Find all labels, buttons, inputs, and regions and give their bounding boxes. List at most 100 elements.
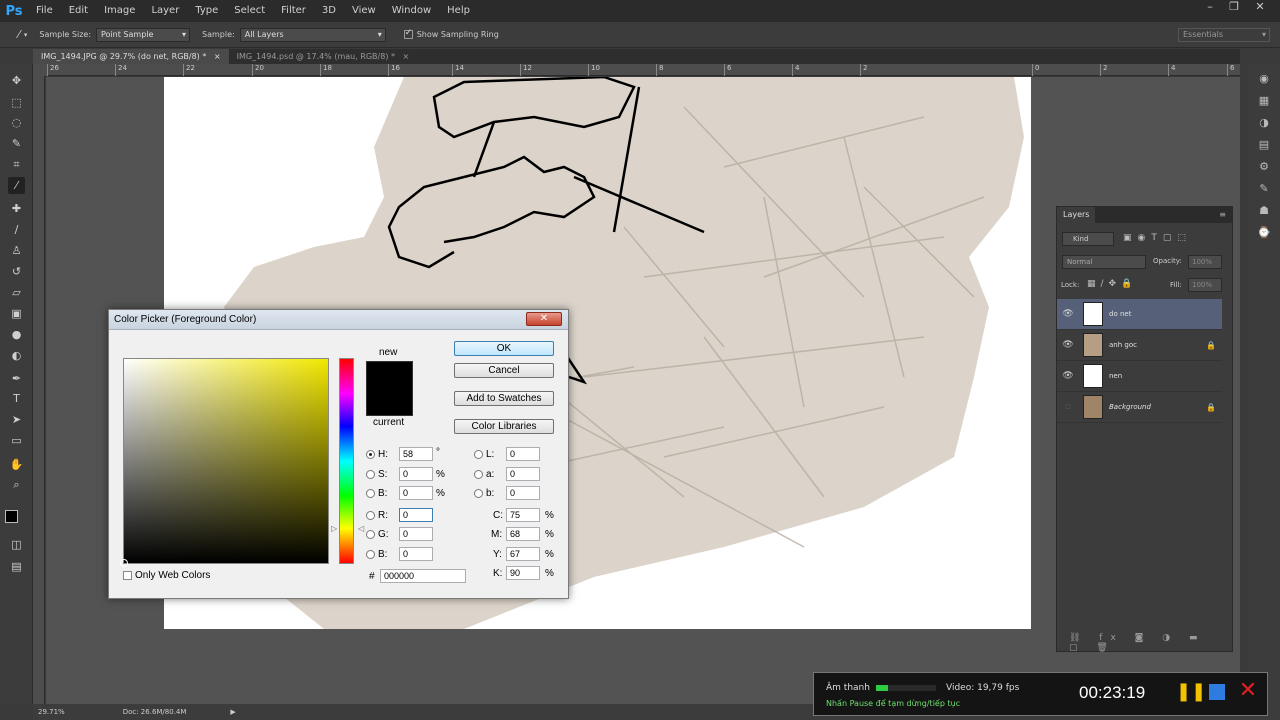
red-input[interactable]: 0 <box>399 508 433 522</box>
b-lab-input[interactable]: 0 <box>506 486 540 500</box>
sampling-ring-checkbox[interactable]: ✓ <box>403 28 413 39</box>
blue-input[interactable]: 0 <box>399 547 433 561</box>
workspace-select[interactable]: Essentials <box>1178 27 1270 42</box>
hue-slider[interactable] <box>339 358 354 564</box>
b-lab-radio[interactable] <box>474 489 483 498</box>
pen-tool-icon[interactable]: ✒ <box>8 370 25 387</box>
clone-stamp-tool-icon[interactable]: ♙ <box>8 242 25 259</box>
hue-slider-handle-left[interactable]: ▷ <box>331 524 337 533</box>
preset-dropdown-icon[interactable]: ▾ <box>24 31 28 39</box>
cancel-button[interactable]: Cancel <box>454 363 554 378</box>
menu-image[interactable]: Image <box>96 0 143 22</box>
layer-row[interactable]: 👁 anh goc 🔒 <box>1057 330 1222 361</box>
tab-img-jpg[interactable]: IMG_1494.JPG @ 29.7% (do net, RGB/8) * × <box>33 49 229 64</box>
visibility-eye-icon[interactable]: 👁 <box>1057 371 1079 381</box>
menu-file[interactable]: File <box>28 0 61 22</box>
magenta-input[interactable]: 68 <box>506 527 540 541</box>
eyedropper-icon[interactable]: ⁄ <box>18 28 20 41</box>
lock-icons[interactable]: ▦∕✥🔒 <box>1087 279 1137 289</box>
red-radio[interactable] <box>366 511 375 520</box>
minimize-icon[interactable]: – <box>1198 0 1222 14</box>
layer-row[interactable]: ▫ Background 🔒 <box>1057 392 1222 423</box>
dialog-close-button[interactable]: ✕ <box>526 312 562 326</box>
menu-help[interactable]: Help <box>439 0 478 22</box>
quick-mask-icon[interactable]: ◫ <box>8 536 25 553</box>
close-recording-icon[interactable]: ✕ <box>1237 679 1259 703</box>
properties-panel-icon[interactable]: ⚙ <box>1257 160 1271 174</box>
shape-tool-icon[interactable]: ▭ <box>8 432 25 449</box>
restore-icon[interactable]: ❐ <box>1222 0 1246 14</box>
adjustments-panel-icon[interactable]: ◑ <box>1257 116 1271 130</box>
menu-select[interactable]: Select <box>226 0 273 22</box>
zoom-tool-icon[interactable]: ⌕ <box>8 476 25 493</box>
menu-window[interactable]: Window <box>384 0 439 22</box>
crop-tool-icon[interactable]: ⌗ <box>8 156 25 173</box>
pause-icon[interactable]: ❚❚ <box>1176 681 1206 703</box>
l-radio[interactable] <box>474 450 483 459</box>
a-radio[interactable] <box>474 470 483 479</box>
close-icon[interactable]: ✕ <box>1248 0 1272 14</box>
filter-icons[interactable]: ▣◉T▢⬚ <box>1123 233 1192 243</box>
brightness-input[interactable]: 0 <box>399 486 433 500</box>
layer-actions-icons[interactable]: ⛓ fx ◙ ◑ ▬ ▢ 🗑 <box>1069 633 1232 653</box>
type-tool-icon[interactable]: T <box>8 390 25 407</box>
visibility-eye-icon[interactable]: 👁 <box>1057 309 1079 319</box>
menu-3d[interactable]: 3D <box>314 0 344 22</box>
hue-radio[interactable] <box>366 450 375 459</box>
hue-input[interactable]: 58 <box>399 447 433 461</box>
cyan-input[interactable]: 75 <box>506 508 540 522</box>
eraser-tool-icon[interactable]: ▱ <box>8 284 25 301</box>
dodge-tool-icon[interactable]: ◐ <box>8 347 25 364</box>
quick-select-tool-icon[interactable]: ✎ <box>8 135 25 152</box>
saturation-radio[interactable] <box>366 470 375 479</box>
only-web-colors-checkbox[interactable] <box>123 571 132 580</box>
saturation-input[interactable]: 0 <box>399 467 433 481</box>
menu-view[interactable]: View <box>344 0 384 22</box>
green-radio[interactable] <box>366 530 375 539</box>
clone-source-panel-icon[interactable]: ☗ <box>1257 204 1271 218</box>
history-panel-icon[interactable]: ⌚ <box>1257 226 1271 240</box>
yellow-input[interactable]: 67 <box>506 547 540 561</box>
visibility-eye-icon[interactable]: ▫ <box>1057 402 1079 412</box>
brush-tool-icon[interactable]: ∕ <box>8 221 25 238</box>
history-brush-tool-icon[interactable]: ↺ <box>8 263 25 280</box>
path-select-tool-icon[interactable]: ➤ <box>8 411 25 428</box>
marquee-tool-icon[interactable]: ⬚ <box>8 94 25 111</box>
brush-panel-icon[interactable]: ✎ <box>1257 182 1271 196</box>
layer-row[interactable]: 👁 nen <box>1057 361 1222 392</box>
sample-select[interactable]: All Layers <box>239 27 386 42</box>
ok-button[interactable]: OK <box>454 341 554 356</box>
filter-kind-select[interactable]: Kind <box>1062 232 1114 246</box>
lasso-tool-icon[interactable]: ◌ <box>8 114 25 131</box>
screen-mode-icon[interactable]: ▤ <box>8 558 25 575</box>
green-input[interactable]: 0 <box>399 527 433 541</box>
menu-type[interactable]: Type <box>187 0 226 22</box>
blue-radio[interactable] <box>366 550 375 559</box>
gradient-tool-icon[interactable]: ▣ <box>8 305 25 322</box>
menu-edit[interactable]: Edit <box>61 0 96 22</box>
tab-img-psd[interactable]: IMG_1494.psd @ 17.4% (mau, RGB/8) * × <box>229 49 418 64</box>
a-input[interactable]: 0 <box>506 467 540 481</box>
visibility-eye-icon[interactable]: 👁 <box>1057 340 1079 350</box>
stop-icon[interactable] <box>1209 684 1225 700</box>
healing-brush-tool-icon[interactable]: ✚ <box>8 200 25 217</box>
menu-filter[interactable]: Filter <box>273 0 314 22</box>
fill-input[interactable]: 100% <box>1188 278 1222 292</box>
layer-row[interactable]: 👁 do net <box>1057 299 1222 330</box>
dialog-titlebar[interactable]: Color Picker (Foreground Color) ✕ <box>109 310 568 330</box>
saturation-brightness-field[interactable] <box>120 358 329 567</box>
sample-size-select[interactable]: Point Sample <box>96 27 191 42</box>
menu-layer[interactable]: Layer <box>143 0 187 22</box>
blur-tool-icon[interactable]: ● <box>8 326 25 343</box>
l-input[interactable]: 0 <box>506 447 540 461</box>
opacity-input[interactable]: 100% <box>1188 255 1222 269</box>
foreground-color-swatch[interactable] <box>5 510 18 523</box>
hex-input[interactable]: 000000 <box>380 569 466 583</box>
swatches-panel-icon[interactable]: ▦ <box>1257 94 1271 108</box>
color-panel-icon[interactable]: ◉ <box>1257 72 1271 86</box>
hand-tool-icon[interactable]: ✋ <box>8 456 25 473</box>
move-tool-icon[interactable]: ✥ <box>8 72 25 89</box>
close-tab-icon[interactable]: × <box>403 52 410 61</box>
status-menu-icon[interactable]: ▶ <box>230 708 235 716</box>
styles-panel-icon[interactable]: ▤ <box>1257 138 1271 152</box>
